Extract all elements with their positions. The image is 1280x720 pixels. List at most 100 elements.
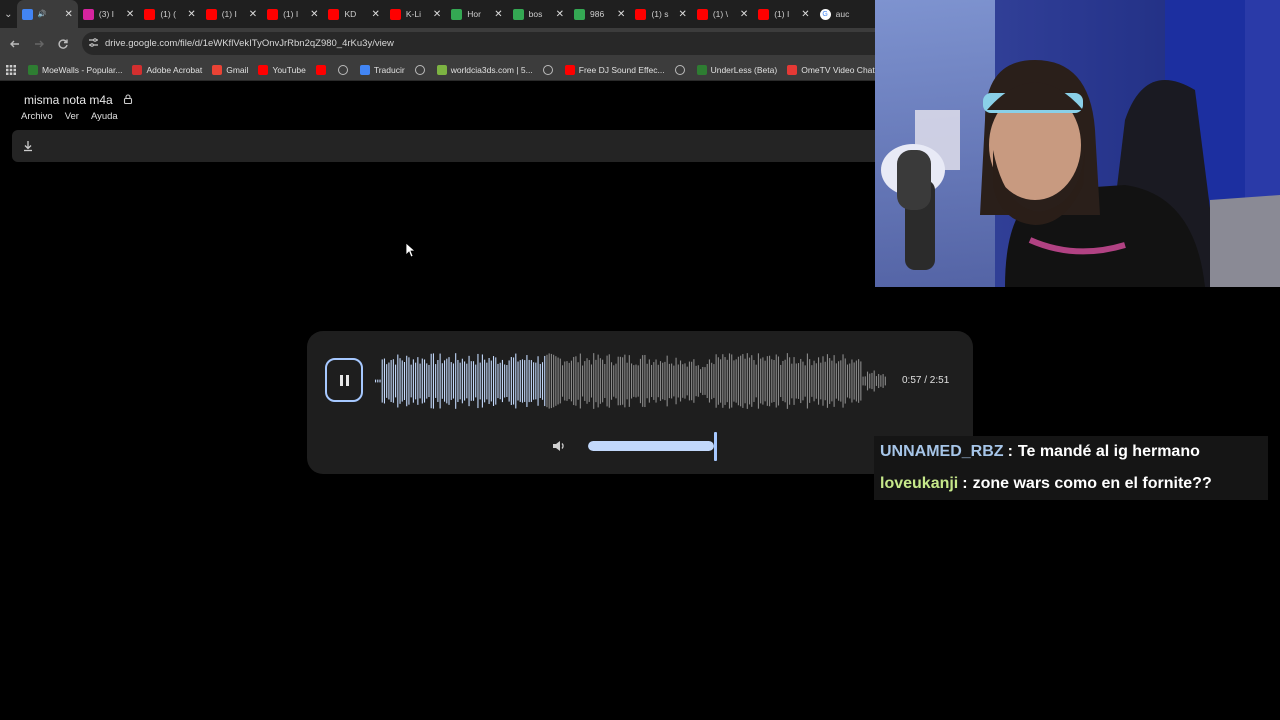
menu-ayuda[interactable]: Ayuda — [91, 111, 118, 122]
globe-icon — [674, 64, 685, 75]
waveform-bar — [461, 358, 463, 404]
download-icon[interactable] — [21, 139, 35, 153]
browser-tab[interactable]: 986 ✕ — [569, 0, 630, 28]
browser-tab[interactable]: 🔊 ✕ — [16, 0, 78, 28]
browser-tab[interactable]: Gauc — [815, 0, 876, 28]
waveform-bar — [793, 357, 795, 405]
bookmark-item[interactable]: YouTube — [258, 64, 306, 75]
bookmark-item[interactable] — [414, 64, 429, 75]
browser-tab[interactable]: (1) (✕ — [139, 0, 200, 28]
tab-close-icon[interactable]: ✕ — [126, 9, 134, 20]
waveform-bar — [521, 359, 524, 403]
waveform-bar — [510, 357, 512, 405]
waveform-bar — [882, 374, 884, 388]
waveform-bar — [541, 362, 544, 400]
waveform-bar — [624, 354, 626, 408]
waveform-bar — [590, 364, 593, 398]
waveform-bar — [869, 373, 871, 389]
tab-close-icon[interactable]: ✕ — [371, 9, 379, 20]
volume-icon[interactable] — [551, 438, 567, 454]
tab-close-icon[interactable]: ✕ — [678, 9, 686, 20]
bookmark-item[interactable]: OmeTV Video Chat... — [787, 64, 882, 75]
site-info-icon[interactable] — [88, 35, 99, 53]
waveform-bar — [597, 354, 599, 408]
waveform-bar — [737, 356, 739, 406]
waveform-bar — [593, 353, 595, 409]
bookmark-item[interactable]: Free DJ Sound Effec... — [564, 64, 665, 75]
bookmark-item[interactable] — [674, 64, 689, 75]
bookmarks-container: MoeWalls - Popular... Adobe Acrobat Gmail Y… — [28, 64, 892, 75]
waveform-bar — [613, 365, 615, 397]
waveform-bar — [475, 364, 477, 398]
bookmark-item[interactable] — [542, 64, 557, 75]
tab-close-icon[interactable]: ✕ — [310, 9, 318, 20]
tab-close-icon[interactable]: ✕ — [249, 9, 257, 20]
menu-ver[interactable]: Ver — [65, 111, 79, 122]
apps-grid-icon[interactable] — [6, 64, 16, 75]
browser-tab[interactable]: bos ✕ — [508, 0, 569, 28]
tab-close-icon[interactable]: ✕ — [617, 9, 625, 20]
waveform-bar — [455, 353, 457, 409]
bookmark-item[interactable] — [315, 64, 330, 75]
volume-slider-thumb[interactable] — [714, 432, 717, 461]
moewalls-icon — [28, 64, 38, 75]
tab-close-icon[interactable]: ✕ — [494, 9, 502, 20]
waveform-bar — [417, 357, 419, 405]
tab-title: (3) I — [98, 9, 115, 19]
bookmark-item[interactable]: MoeWalls - Popular... — [28, 64, 122, 75]
tab-title: (1) I — [774, 9, 790, 19]
forward-arrow-icon[interactable] — [27, 32, 51, 56]
tab-close-icon[interactable]: ✕ — [65, 9, 73, 20]
waveform-bar — [517, 361, 519, 401]
waveform-bar — [864, 376, 866, 386]
waveform-bar — [884, 376, 886, 386]
browser-tab[interactable]: (1) I ✕ — [753, 0, 814, 28]
browser-tab[interactable]: (1) \ ✕ — [692, 0, 753, 28]
drive-icon — [451, 8, 463, 20]
waveform-bar — [860, 361, 862, 401]
bookmark-label: Adobe Acrobat — [146, 64, 203, 75]
tab-search-chevron-icon[interactable]: ⌄ — [0, 0, 17, 28]
waveform-bar — [586, 358, 588, 404]
tab-audio-icon[interactable]: 🔊 — [38, 10, 47, 18]
browser-tab[interactable]: Hor ✕ — [446, 0, 507, 28]
tab-close-icon[interactable]: ✕ — [187, 9, 195, 20]
reload-icon[interactable] — [51, 32, 75, 56]
bookmark-item[interactable]: Adobe Acrobat — [132, 64, 203, 75]
waveform-bar — [804, 365, 806, 397]
tab-close-icon[interactable]: ✕ — [556, 9, 564, 20]
audio-waveform[interactable] — [375, 351, 887, 411]
browser-tab[interactable]: (3) I ✕ — [78, 0, 139, 28]
back-arrow-icon[interactable] — [3, 32, 27, 56]
acrobat-icon — [132, 64, 143, 75]
bookmark-item[interactable]: UnderLess (Beta) — [696, 64, 777, 75]
address-bar[interactable]: drive.google.com/file/d/1eWKflVekITyOnvJ… — [82, 32, 876, 55]
waveform-bar — [557, 357, 559, 405]
tab-close-icon[interactable]: ✕ — [740, 9, 748, 20]
youtube-icon — [758, 8, 770, 20]
volume-slider[interactable] — [588, 441, 714, 451]
menu-archivo[interactable]: Archivo — [21, 111, 53, 122]
pause-button[interactable] — [325, 358, 363, 402]
waveform-bar — [472, 361, 475, 401]
waveform-bar — [811, 365, 813, 397]
browser-tab[interactable]: K-Li ✕ — [385, 0, 446, 28]
bookmark-item[interactable]: Traducir — [359, 64, 405, 75]
bookmark-item[interactable] — [337, 64, 352, 75]
drive-header: misma nota m4a Archivo Ver Ayuda — [0, 82, 876, 130]
waveform-bar — [697, 365, 699, 397]
browser-tab[interactable]: KD ✕ — [323, 0, 384, 28]
bookmark-item[interactable]: worldcia3ds.com | 5... — [436, 64, 533, 75]
waveform-bar — [399, 358, 401, 404]
bookmark-item[interactable]: Gmail — [212, 64, 248, 75]
waveform-bar — [831, 360, 833, 402]
tab-close-icon[interactable]: ✕ — [433, 9, 441, 20]
tab-close-icon[interactable]: ✕ — [801, 9, 809, 20]
browser-tab[interactable]: (1) I ✕ — [201, 0, 262, 28]
shared-lock-icon[interactable] — [122, 93, 134, 105]
waveform-bar — [599, 358, 601, 404]
waveform-bar — [501, 359, 503, 403]
browser-tab[interactable]: (1) I ✕ — [262, 0, 323, 28]
waveform-bar — [873, 370, 875, 392]
browser-tab[interactable]: (1) s ✕ — [630, 0, 691, 28]
